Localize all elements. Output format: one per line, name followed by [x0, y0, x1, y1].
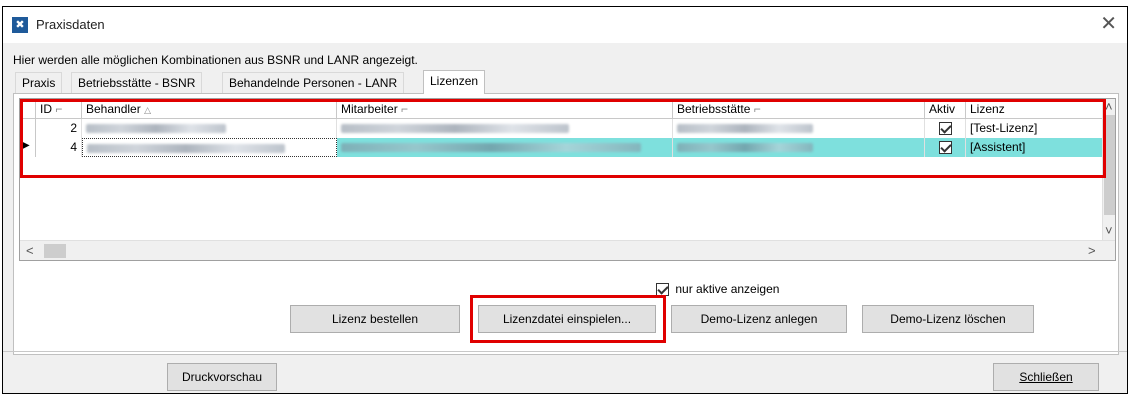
info-text: Hier werden alle möglichen Kombinationen…	[13, 53, 418, 67]
scroll-up-icon[interactable]: ˄	[1105, 99, 1113, 114]
app-icon: ✖	[12, 17, 28, 33]
nur-aktive-label: nur aktive anzeigen	[675, 282, 780, 296]
scroll-left-icon[interactable]: <	[26, 243, 34, 258]
tab-praxis[interactable]: Praxis	[15, 72, 63, 93]
highlight-box-grid	[20, 99, 1106, 178]
tab-lizenzen[interactable]: Lizenzen	[423, 70, 486, 94]
praxisdaten-window: ✖ Praxisdaten ✕ Hier werden alle möglich…	[2, 6, 1128, 394]
close-icon[interactable]: ✕	[1100, 12, 1117, 36]
tab-betriebsstaette[interactable]: Betriebsstätte - BSNR	[71, 72, 203, 93]
scroll-right-icon[interactable]: >	[1088, 243, 1096, 258]
highlight-box-button	[470, 295, 666, 343]
druckvorschau-button[interactable]: Druckvorschau	[167, 363, 277, 391]
tab-behandelnde-personen[interactable]: Behandelnde Personen - LANR	[222, 72, 405, 93]
lizenz-bestellen-button[interactable]: Lizenz bestellen	[290, 305, 460, 333]
horizontal-scrollbar[interactable]: < >	[20, 240, 1115, 260]
demo-lizenz-anlegen-button[interactable]: Demo-Lizenz anlegen	[671, 305, 847, 333]
demo-lizenz-loeschen-button[interactable]: Demo-Lizenz löschen	[862, 305, 1034, 333]
filter-active-only[interactable]: nur aktive anzeigen	[656, 282, 780, 297]
horizontal-scroll-thumb[interactable]	[44, 244, 66, 258]
scroll-down-icon[interactable]: ˅	[1105, 223, 1113, 238]
window-title: Praxisdaten	[36, 17, 105, 32]
title-bar: ✖ Praxisdaten ✕	[3, 7, 1127, 43]
schliessen-button[interactable]: Schließen	[993, 363, 1099, 391]
bottom-divider	[3, 351, 1127, 352]
